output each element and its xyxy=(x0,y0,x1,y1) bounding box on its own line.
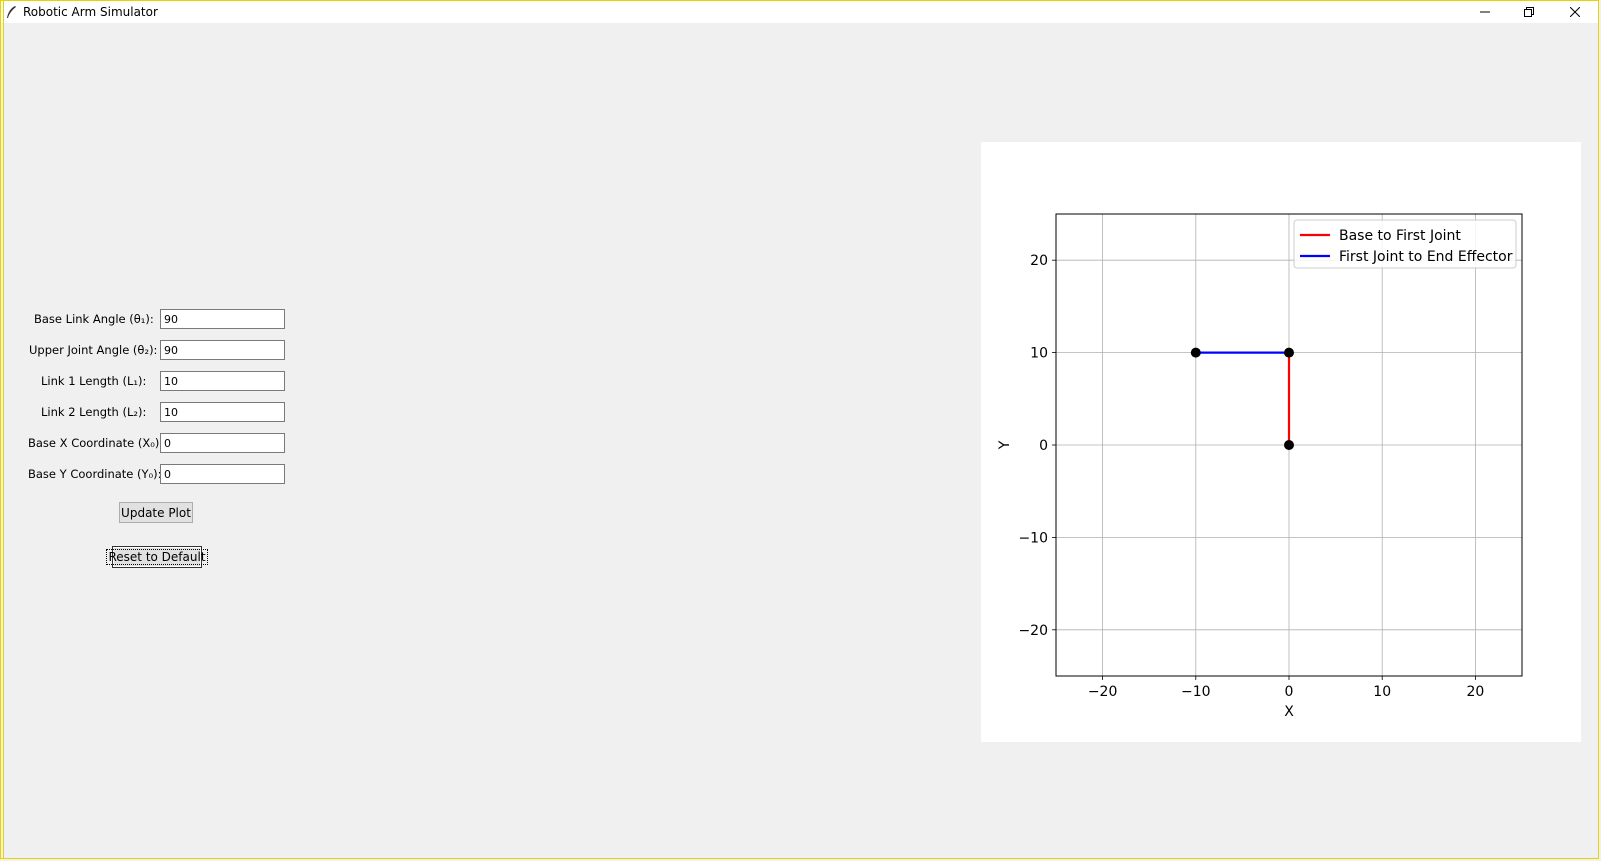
app-window: Robotic Arm Simulator Base Link Angle (θ… xyxy=(0,0,1599,859)
x-tick-label: 0 xyxy=(1285,684,1294,700)
legend-label: First Joint to End Effector xyxy=(1339,249,1513,265)
close-icon xyxy=(1570,7,1580,17)
window-title: Robotic Arm Simulator xyxy=(23,5,158,19)
y-axis-label: Y xyxy=(997,440,1013,450)
restore-icon xyxy=(1524,7,1534,17)
y-tick-label: −20 xyxy=(1018,623,1048,639)
base-link-angle-label: Base Link Angle (θ₁): xyxy=(34,312,154,326)
x-axis-label: X xyxy=(1284,704,1294,720)
x-tick-label: −10 xyxy=(1181,684,1211,700)
restore-button[interactable] xyxy=(1507,1,1551,23)
joint-point xyxy=(1284,440,1294,450)
link1-length-input[interactable] xyxy=(160,371,285,391)
joint-point xyxy=(1284,347,1294,358)
upper-joint-angle-input[interactable] xyxy=(160,340,285,360)
feather-icon xyxy=(7,6,16,18)
legend: Base to First Joint First Joint to End Ef… xyxy=(1293,219,1517,269)
minimize-icon xyxy=(1480,11,1490,13)
title-bar[interactable]: Robotic Arm Simulator xyxy=(1,1,1598,23)
reset-default-button[interactable]: Reset to Default xyxy=(106,546,208,568)
base-x-label: Base X Coordinate (X₀): xyxy=(28,436,164,450)
minimize-button[interactable] xyxy=(1463,1,1507,23)
x-tick-label: 20 xyxy=(1466,684,1484,700)
link2-length-label: Link 2 Length (L₂): xyxy=(41,405,147,419)
y-tick-label: 20 xyxy=(1030,253,1048,269)
base-x-input[interactable] xyxy=(160,433,285,453)
y-tick-label: −10 xyxy=(1018,530,1048,546)
update-plot-button[interactable]: Update Plot xyxy=(119,502,193,523)
base-y-label: Base Y Coordinate (Y₀): xyxy=(28,467,162,481)
legend-label: Base to First Joint xyxy=(1339,228,1461,244)
arm-plot: −20 −10 0 10 20 −20 −10 0 10 20 X Y Base to First Jo… xyxy=(997,213,1523,720)
y-tick-label: 10 xyxy=(1030,346,1048,362)
x-tick-label: 10 xyxy=(1373,684,1391,700)
x-tick-label: −20 xyxy=(1088,684,1118,700)
base-link-angle-input[interactable] xyxy=(160,309,285,329)
reset-default-label: Reset to Default xyxy=(106,549,208,565)
joint-point xyxy=(1190,347,1201,358)
base-y-input[interactable] xyxy=(160,464,285,484)
plot-canvas[interactable]: −20 −10 0 10 20 −20 −10 0 10 20 X Y Base to First Jo… xyxy=(981,142,1581,742)
link1-length-label: Link 1 Length (L₁): xyxy=(41,374,147,388)
upper-joint-angle-label: Upper Joint Angle (θ₂): xyxy=(29,343,158,357)
link2-length-input[interactable] xyxy=(160,402,285,422)
close-button[interactable] xyxy=(1553,1,1597,23)
y-tick-label: 0 xyxy=(1039,438,1048,454)
